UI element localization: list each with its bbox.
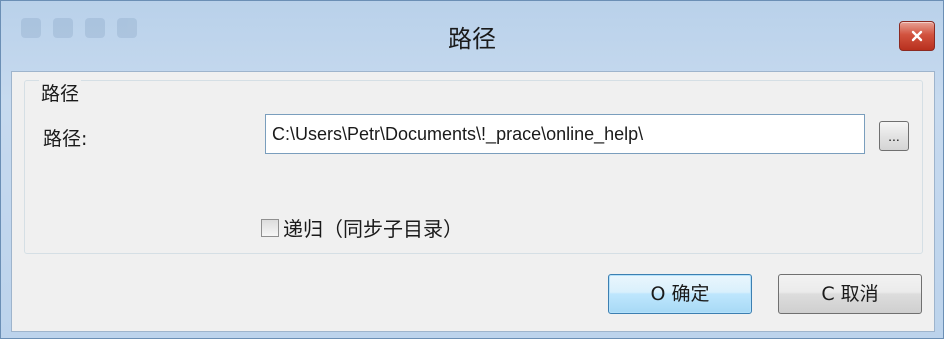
cancel-button[interactable]: C 取消 bbox=[778, 274, 922, 314]
title-bar[interactable]: 路径 bbox=[1, 1, 943, 71]
group-legend: 路径 bbox=[39, 79, 82, 106]
browse-button[interactable]: ... bbox=[879, 121, 909, 151]
recursive-option[interactable]: 递归（同步子目录） bbox=[261, 213, 463, 242]
recursive-label: 递归（同步子目录） bbox=[283, 217, 463, 241]
dialog-client-area: 路径 路径: ... 递归（同步子目录） O 确定 C 取消 bbox=[11, 71, 935, 332]
ok-button[interactable]: O 确定 bbox=[608, 274, 752, 314]
close-icon bbox=[911, 30, 923, 42]
recursive-checkbox[interactable] bbox=[261, 218, 279, 237]
window-title: 路径 bbox=[448, 25, 496, 53]
path-input[interactable] bbox=[265, 114, 865, 154]
path-groupbox: 路径 路径: ... 递归（同步子目录） bbox=[24, 79, 923, 254]
path-label: 路径: bbox=[43, 128, 88, 150]
close-button[interactable] bbox=[899, 21, 935, 51]
dialog-window: 路径 路径 路径: ... 递归（同步子目录） O 确定 C 取消 bbox=[0, 0, 944, 339]
